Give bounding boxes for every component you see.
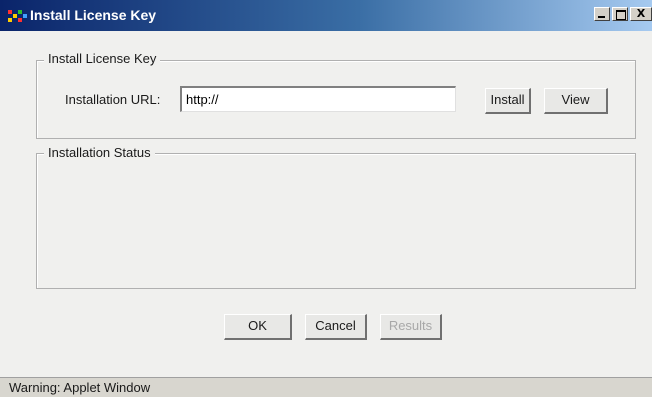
java-applet-icon — [8, 10, 30, 22]
view-button[interactable]: View — [544, 88, 608, 114]
applet-warning-text: Warning: Applet Window — [9, 380, 151, 395]
maximize-button[interactable] — [612, 7, 628, 21]
minimize-button[interactable] — [594, 7, 610, 21]
maximize-icon — [616, 10, 626, 20]
cancel-button[interactable]: Cancel — [305, 314, 367, 340]
install-license-key-window: Install License Key X Install License Ke… — [0, 0, 652, 397]
install-button[interactable]: Install — [485, 88, 531, 114]
title-bar[interactable]: Install License Key X — [0, 0, 652, 31]
results-button: Results — [380, 314, 442, 340]
close-button[interactable]: X — [630, 7, 652, 21]
installation-status-legend: Installation Status — [44, 145, 155, 161]
installation-url-label: Installation URL: — [65, 92, 161, 107]
close-icon: X — [636, 7, 646, 20]
window-title: Install License Key — [30, 7, 157, 23]
ok-button[interactable]: OK — [224, 314, 292, 340]
minimize-icon — [598, 16, 605, 18]
status-bar: Warning: Applet Window — [0, 377, 652, 397]
install-license-key-legend: Install License Key — [44, 51, 161, 67]
installation-url-input[interactable] — [180, 86, 456, 112]
installation-status-group — [36, 153, 636, 289]
